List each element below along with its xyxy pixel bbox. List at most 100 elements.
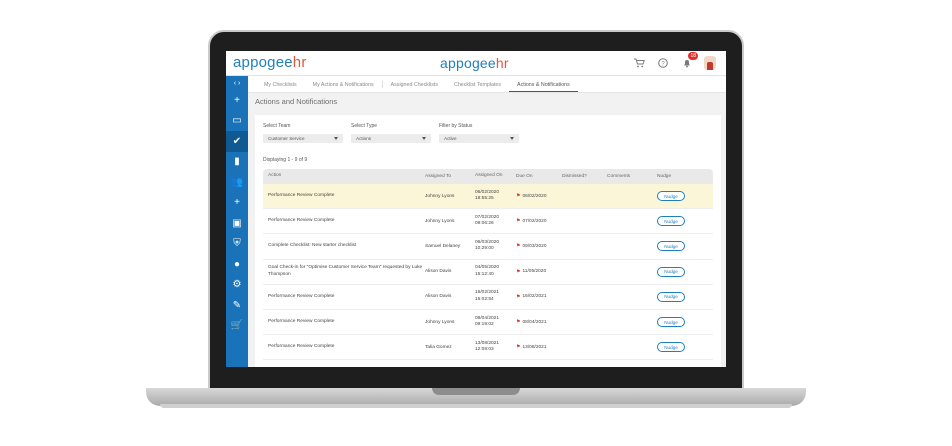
sidebar: ‹ › + ▭ ✔ ▮ 👥 + ▣ ⛨ ● ⚙ ✎ 🛒: [226, 76, 248, 367]
cell-assigned-to: Alison Davis: [425, 269, 452, 275]
cell-due-on: ⚑ 09/03/2020: [516, 243, 562, 249]
notification-badge: 18: [688, 52, 698, 60]
table-row[interactable]: Complete Checklist: New starter checklis…: [263, 234, 713, 260]
table-body: Performance Review Complete Johnny Lyons 0…: [263, 184, 713, 361]
cell-due-on: ⚑ 06/02/2020: [516, 193, 562, 199]
col-assigned-on[interactable]: Assigned On: [475, 173, 516, 180]
col-action[interactable]: Action: [263, 173, 425, 180]
cell-due-on: ⚑ 11/05/2020: [516, 269, 562, 275]
checklist-icon: ✔: [232, 135, 242, 147]
cell-action: Performance Review Complete: [268, 343, 335, 349]
cell-assigned-on: 04/05/2020 15:12:40: [475, 265, 516, 278]
assigned-on-time: 18:55:25: [475, 196, 494, 202]
nudge-button[interactable]: Nudge: [657, 216, 685, 227]
nudge-button[interactable]: Nudge: [657, 317, 685, 328]
flag-icon: ⚑: [516, 268, 521, 275]
settings-icon: ⚙: [232, 279, 242, 291]
reports-icon: ▮: [234, 156, 240, 168]
team-icon: 👥: [230, 176, 244, 188]
flag-icon: ⚑: [516, 193, 521, 200]
add-person-icon: +: [234, 197, 240, 209]
table-row[interactable]: Goal Check-in for "Optimise Customer Ser…: [263, 259, 713, 285]
cell-assigned-to: Johnny Lyons: [425, 193, 455, 199]
tab-my-checklists[interactable]: My Checklists: [256, 82, 305, 92]
cell-due-on: ⚑ 07/02/2020: [516, 218, 562, 224]
assigned-on-time: 15:02:54: [475, 296, 494, 302]
cell-nudge: Nudge: [657, 342, 713, 353]
nudge-button[interactable]: Nudge: [657, 241, 685, 252]
actions-panel: Select Team Customer Service Select Type…: [255, 115, 721, 367]
type-select[interactable]: Actions: [351, 134, 431, 143]
table-row[interactable]: Performance Review Complete Johnny Lyons 0…: [263, 209, 713, 235]
logo-left[interactable]: appogeehr: [233, 54, 307, 71]
sidebar-item-checklist[interactable]: ✔: [226, 131, 248, 152]
bell-icon[interactable]: 18: [680, 52, 698, 70]
sidebar-item-settings[interactable]: ⚙: [226, 275, 248, 296]
tab-checklist-templates[interactable]: Checklist Templates: [446, 82, 509, 92]
col-comments[interactable]: Comments: [607, 174, 657, 179]
table-row[interactable]: Performance Review Complete Johnny Lyons 0…: [263, 184, 713, 210]
sidebar-item-team[interactable]: 👥: [226, 172, 248, 193]
assigned-on-time: 12:09:03: [475, 347, 494, 353]
sidebar-item-tools[interactable]: ✎: [226, 295, 248, 316]
table-row[interactable]: Performance Review Complete Talia Gomez 13…: [263, 335, 713, 361]
cart-icon: 🛒: [230, 320, 244, 332]
sidebar-item-shield[interactable]: ⛨: [226, 234, 248, 255]
status-select[interactable]: Active: [439, 134, 519, 143]
top-icons: ? 18: [632, 52, 716, 70]
table-header: Action Assigned To Assigned On Due On Di…: [263, 169, 713, 184]
due-on-date: 11/05/2020: [522, 269, 547, 275]
app-screen: appogeehr appogeehr ? 18 ‹ › + ▭ ✔ ▮ 👥 + ▣ ⛨ ● ⚙ ✎…: [226, 51, 726, 367]
cart-icon[interactable]: [632, 56, 646, 70]
results-count: Displaying 1 - 9 of 9: [263, 157, 308, 163]
team-select[interactable]: Customer Service: [263, 134, 343, 143]
nudge-button[interactable]: Nudge: [657, 291, 685, 302]
cell-due-on: ⚑ 08/04/2021: [516, 319, 562, 325]
cell-action: Performance Review Complete: [268, 192, 335, 198]
due-on-date: 06/02/2020: [522, 193, 547, 199]
sidebar-item-id-card[interactable]: ▣: [226, 213, 248, 234]
assigned-on-time: 15:12:40: [475, 271, 494, 277]
cell-assigned-on: 07/02/2020 09:06:26: [475, 215, 516, 228]
cell-action: Performance Review Complete: [268, 218, 335, 224]
sidebar-toggle[interactable]: ‹ ›: [226, 76, 248, 90]
help-icon[interactable]: ?: [656, 56, 670, 70]
avatar[interactable]: [704, 56, 716, 70]
tab-bar: My Checklists My Actions & Notifications A…: [248, 76, 726, 93]
sidebar-item-account[interactable]: ●: [226, 254, 248, 275]
col-assigned-to[interactable]: Assigned To: [425, 174, 475, 179]
account-icon: ●: [233, 258, 241, 270]
cell-assigned-to: Talia Gomez: [425, 344, 452, 350]
page-title: Actions and Notifications: [255, 97, 338, 106]
col-due-on[interactable]: Due On: [516, 174, 562, 179]
type-filter: Select Type Actions: [351, 123, 431, 143]
cell-action: Performance Review Complete: [268, 293, 335, 299]
nudge-button[interactable]: Nudge: [657, 191, 685, 202]
due-on-date: 08/04/2021: [522, 319, 547, 325]
col-dismissed[interactable]: Dismissed?: [562, 174, 607, 179]
sidebar-item-reports[interactable]: ▮: [226, 152, 248, 173]
shield-icon: ⛨: [233, 238, 241, 250]
sidebar-item-add[interactable]: +: [226, 90, 248, 111]
sidebar-item-add-person[interactable]: +: [226, 193, 248, 214]
cell-due-on: ⚑ 16/02/2021: [516, 294, 562, 300]
tab-actions-notifications[interactable]: Actions & Notifications: [509, 82, 578, 92]
laptop-shadow: [160, 404, 792, 408]
logo-center: appogeehr: [440, 55, 509, 71]
tab-assigned-checklists[interactable]: Assigned Checklists: [383, 82, 446, 92]
tab-my-actions-notifications[interactable]: My Actions & Notifications: [305, 82, 382, 92]
table-row[interactable]: Performance Review Complete Alison Davis 1…: [263, 284, 713, 310]
sidebar-item-cart[interactable]: 🛒: [226, 316, 248, 337]
col-nudge[interactable]: Nudge: [657, 174, 713, 179]
table-row[interactable]: Performance Review Complete Johnny Lyons 0…: [263, 309, 713, 336]
cell-assigned-to: Alison Davis: [425, 294, 452, 300]
sidebar-item-devices[interactable]: ▭: [226, 111, 248, 132]
cell-assigned-on: 13/08/2021 12:09:03: [475, 341, 516, 354]
actions-table: Action Assigned To Assigned On Due On Di…: [263, 169, 713, 361]
status-filter-label: Filter by Status: [439, 123, 473, 129]
flag-icon: ⚑: [516, 319, 521, 326]
nudge-button[interactable]: Nudge: [657, 342, 685, 353]
cell-assigned-to: Johnny Lyons: [425, 218, 455, 224]
nudge-button[interactable]: Nudge: [657, 266, 685, 277]
status-filter: Filter by Status Active: [439, 123, 519, 143]
